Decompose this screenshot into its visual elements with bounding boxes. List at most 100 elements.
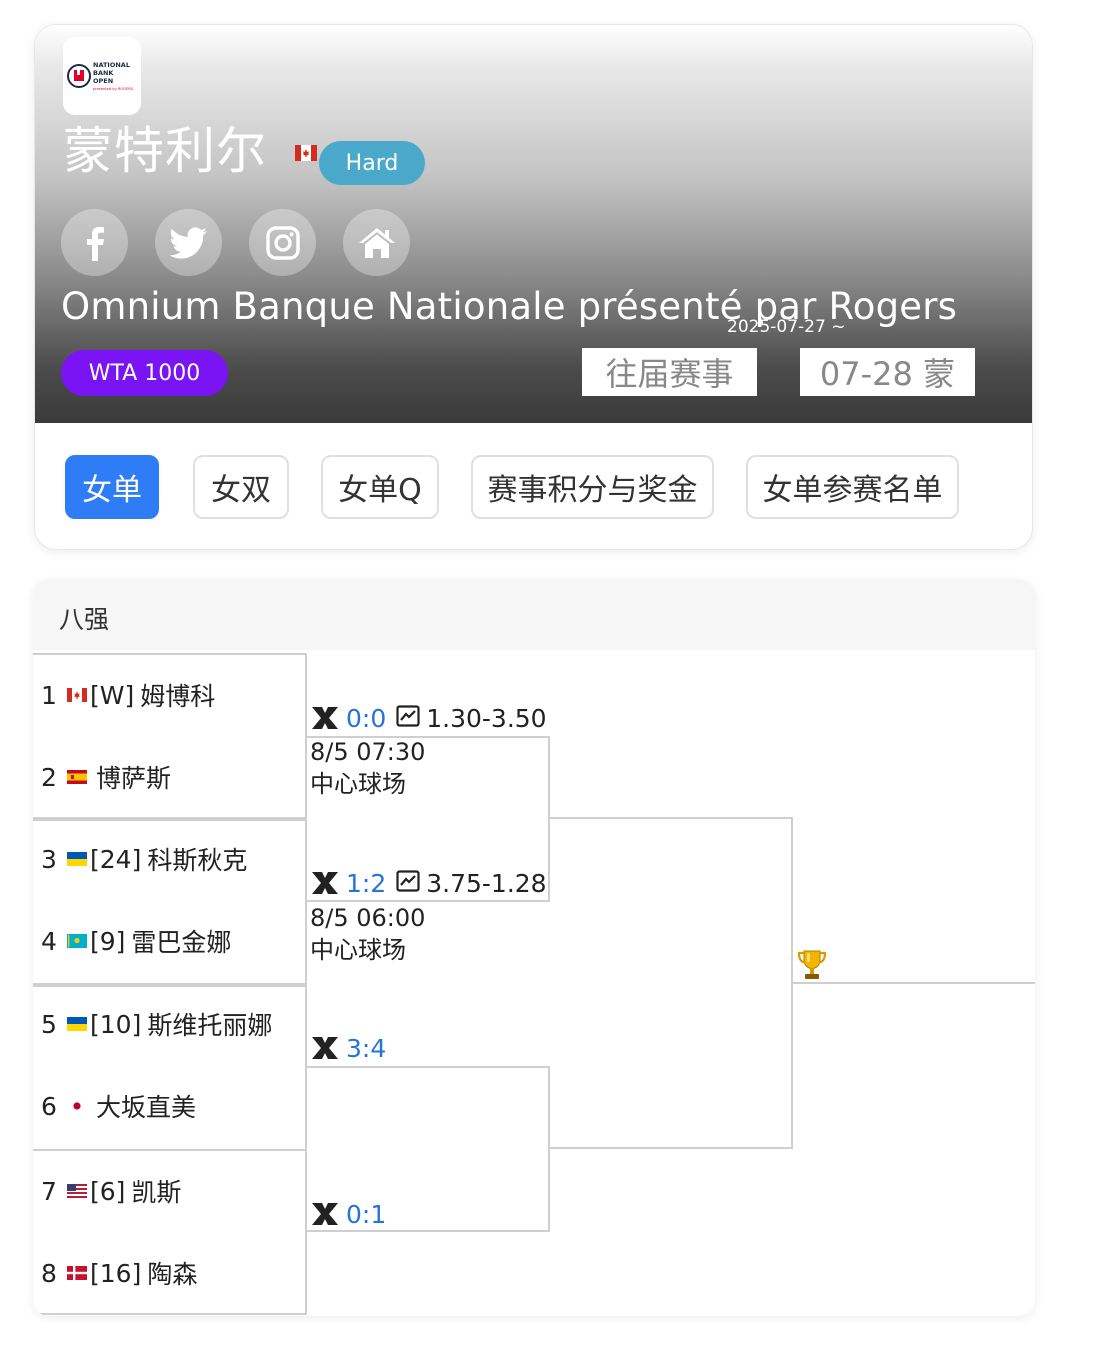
odds-chart-icon	[396, 869, 420, 898]
svg-text:NATIONAL: NATIONAL	[93, 61, 130, 69]
round-title: 八强	[59, 605, 110, 634]
previous-editions-button[interactable]: 往届赛事	[582, 348, 757, 396]
head-to-head-icon	[312, 1203, 338, 1225]
tab-entry-list[interactable]: 女单参赛名单	[746, 455, 959, 519]
player-number: 2	[41, 762, 57, 792]
match-odds: 1.30-3.50	[426, 703, 547, 733]
player-number: 7	[41, 1176, 57, 1206]
match-box-3[interactable]: 5 [10] 斯维托丽娜 6 大坂直美	[33, 985, 307, 1151]
match-court: 中心球场	[310, 936, 406, 964]
player-number: 8	[41, 1258, 57, 1288]
player-seed: [10]	[90, 1009, 142, 1039]
city-title: 蒙特利尔	[63, 122, 267, 180]
date-range: 2025-07-27 ~	[727, 317, 846, 337]
player-number: 1	[41, 680, 57, 710]
player-row[interactable]: 6 大坂直美	[41, 1090, 197, 1123]
match-box-4[interactable]: 7 [6] 凯斯 8 [16] 陶森	[33, 1149, 307, 1315]
player-name: 大坂直美	[96, 1093, 197, 1122]
instagram-button[interactable]	[249, 209, 316, 276]
odds-chart-icon	[396, 704, 420, 733]
svg-text:presented by ROGERS: presented by ROGERS	[93, 87, 134, 91]
match-score: 1:2	[346, 868, 387, 898]
head-to-head-icon	[312, 872, 338, 894]
player-name: 姆博科	[140, 682, 216, 711]
player-name: 陶森	[147, 1260, 198, 1289]
player-name: 科斯秋克	[147, 846, 248, 875]
player-row[interactable]: 3 [24] 科斯秋克	[41, 843, 248, 876]
player-row[interactable]: 7 [6] 凯斯	[41, 1175, 182, 1208]
home-button[interactable]	[343, 209, 410, 276]
svg-text:BANK: BANK	[93, 69, 114, 77]
bracket-line	[548, 736, 550, 902]
player-row[interactable]: 4 [9] 雷巴金娜	[41, 925, 232, 958]
player-seed: [W]	[90, 680, 135, 710]
flag-kazakhstan-icon	[67, 934, 87, 948]
match-score-row[interactable]: 0:0 1.30-3.50	[310, 702, 547, 734]
flag-japan-icon	[67, 1099, 87, 1113]
flag-ukraine-icon	[67, 852, 87, 866]
player-number: 6	[41, 1091, 57, 1121]
facebook-icon	[86, 226, 104, 261]
match-box-1[interactable]: 1 [W] 姆博科 2 博萨斯	[33, 653, 307, 819]
home-icon	[358, 227, 395, 258]
instagram-icon	[265, 225, 300, 260]
bracket-line	[307, 1066, 550, 1068]
national-bank-open-logo-icon: NATIONAL BANK OPEN presented by ROGERS	[67, 61, 134, 91]
head-to-head-icon	[312, 1037, 338, 1059]
match-box-2[interactable]: 3 [24] 科斯秋克 4 [9] 雷巴金娜	[33, 819, 307, 985]
tab-womens-doubles[interactable]: 女双	[193, 455, 289, 519]
tour-level-badge: WTA 1000	[61, 350, 228, 396]
flag-canada-icon	[295, 145, 317, 165]
tab-womens-singles[interactable]: 女单	[65, 455, 159, 519]
flag-spain-icon	[67, 770, 87, 784]
player-row[interactable]: 1 [W] 姆博科	[41, 679, 216, 712]
player-name: 雷巴金娜	[131, 928, 232, 957]
player-seed: [24]	[90, 844, 142, 874]
player-seed: [16]	[90, 1258, 142, 1288]
match-score: 3:4	[346, 1033, 387, 1063]
flag-denmark-icon	[67, 1266, 87, 1280]
bracket-card: 八强 1 [W] 姆博科 2 博萨斯 3 [24] 科斯秋克 4 [9] 雷巴金…	[33, 580, 1035, 1316]
head-to-head-icon	[312, 707, 338, 729]
flag-usa-icon	[67, 1184, 87, 1198]
match-score-row[interactable]: 1:2 3.75-1.28	[310, 867, 547, 899]
player-number: 3	[41, 844, 57, 874]
facebook-button[interactable]	[61, 209, 128, 276]
player-seed: [6]	[90, 1176, 126, 1206]
match-time: 8/5 06:00	[310, 904, 426, 932]
flag-ukraine-icon	[67, 1017, 87, 1031]
date-selector[interactable]: 07-28 蒙	[800, 348, 975, 396]
player-number: 4	[41, 926, 57, 956]
match-score-row[interactable]: 0:1	[310, 1198, 386, 1230]
flag-canada-icon	[67, 688, 87, 702]
match-court: 中心球场	[310, 770, 406, 798]
match-score: 0:1	[346, 1199, 387, 1229]
bracket-line	[793, 982, 1035, 984]
tournament-header-card: NATIONAL BANK OPEN presented by ROGERS 蒙…	[34, 24, 1033, 550]
player-row[interactable]: 5 [10] 斯维托丽娜	[41, 1008, 272, 1041]
player-number: 5	[41, 1009, 57, 1039]
player-row[interactable]: 8 [16] 陶森	[41, 1257, 198, 1290]
bracket-line	[548, 1066, 550, 1232]
hero-banner: NATIONAL BANK OPEN presented by ROGERS 蒙…	[35, 25, 1032, 423]
bracket-line	[550, 1147, 793, 1149]
twitter-button[interactable]	[155, 209, 222, 276]
tournament-logo: NATIONAL BANK OPEN presented by ROGERS	[63, 37, 141, 115]
player-seed: [9]	[90, 926, 126, 956]
match-odds: 3.75-1.28	[426, 868, 547, 898]
player-row[interactable]: 2 博萨斯	[41, 761, 172, 794]
player-name: 凯斯	[131, 1178, 182, 1207]
svg-text:OPEN: OPEN	[93, 77, 113, 85]
trophy-icon	[795, 948, 829, 986]
tab-points-prize-money[interactable]: 赛事积分与奖金	[471, 455, 714, 519]
tab-womens-qualifying[interactable]: 女单Q	[321, 455, 439, 519]
bracket-line	[307, 1230, 550, 1232]
match-score: 0:0	[346, 703, 387, 733]
match-score-row[interactable]: 3:4	[310, 1032, 386, 1064]
twitter-icon	[169, 226, 207, 259]
round-header: 八强	[33, 580, 1035, 650]
match-time: 8/5 07:30	[310, 738, 426, 766]
player-name: 博萨斯	[96, 764, 172, 793]
social-links	[61, 209, 410, 276]
surface-badge: Hard	[319, 141, 425, 185]
